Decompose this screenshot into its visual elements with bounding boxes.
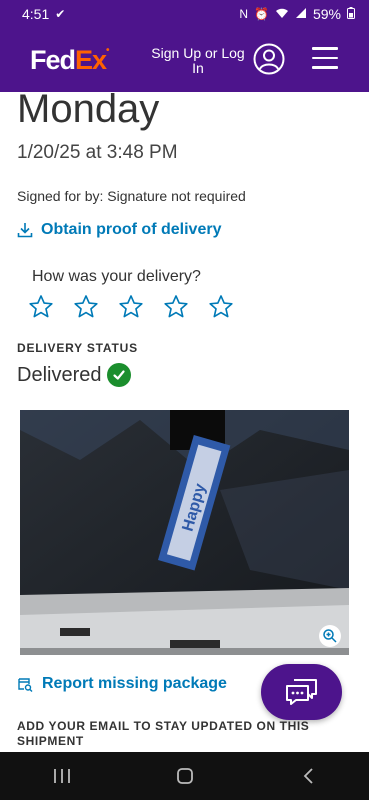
alarm-icon: ⏰ <box>254 7 269 21</box>
star-icon[interactable] <box>118 294 144 320</box>
delivery-day: Monday <box>17 92 160 131</box>
nfc-icon: N <box>239 7 249 21</box>
report-link-label: Report missing package <box>42 675 227 692</box>
download-icon <box>17 223 33 238</box>
report-missing-package-link[interactable]: Report missing package <box>17 675 227 693</box>
chat-icon <box>285 679 317 705</box>
signed-for-text: Signed for by: Signature not required <box>17 188 246 204</box>
package-search-icon <box>18 678 33 692</box>
star-icon[interactable] <box>73 294 99 320</box>
wifi-icon <box>275 7 289 22</box>
system-nav-bar <box>0 752 369 800</box>
delivery-status-label: DELIVERY STATUS <box>17 341 138 355</box>
proof-link-label: Obtain proof of delivery <box>41 221 222 238</box>
signal-icon <box>295 7 307 22</box>
delivery-status-value: Delivered <box>17 363 102 386</box>
star-icon[interactable] <box>208 294 234 320</box>
app-header: FedEx• Sign Up or Log In <box>0 28 369 92</box>
checkmark-icon <box>107 363 132 387</box>
delivery-datetime: 1/20/25 at 3:48 PM <box>17 142 178 163</box>
delivery-status: Delivered <box>17 363 132 387</box>
fedex-logo[interactable]: FedEx• <box>30 45 109 76</box>
rating-question: How was your delivery? <box>32 268 201 285</box>
tracking-content: Monday 1/20/25 at 3:48 PM Signed for by:… <box>0 92 369 752</box>
hamburger-menu-icon[interactable] <box>312 47 338 69</box>
chat-button[interactable] <box>261 664 342 720</box>
zoom-in-icon[interactable] <box>319 625 341 647</box>
rating-stars <box>28 294 234 320</box>
status-bar: 4:51 ✔ N ⏰ 59% <box>0 0 369 28</box>
back-icon[interactable] <box>278 752 338 800</box>
clock: 4:51 <box>22 6 50 22</box>
signup-login-link[interactable]: Sign Up or Log In <box>148 46 248 76</box>
check-notification-icon: ✔ <box>55 7 66 21</box>
star-icon[interactable] <box>163 294 189 320</box>
proof-of-delivery-link[interactable]: Obtain proof of delivery <box>17 221 221 239</box>
recent-apps-icon[interactable] <box>32 752 92 800</box>
email-updates-heading: ADD YOUR EMAIL TO STAY UPDATED ON THIS S… <box>17 719 310 748</box>
battery-icon <box>347 6 355 22</box>
star-icon[interactable] <box>28 294 54 320</box>
user-account-icon[interactable] <box>253 43 285 75</box>
delivery-photo[interactable]: Happy <box>20 410 349 655</box>
battery-percent: 59% <box>312 6 341 22</box>
home-icon[interactable] <box>155 752 215 800</box>
